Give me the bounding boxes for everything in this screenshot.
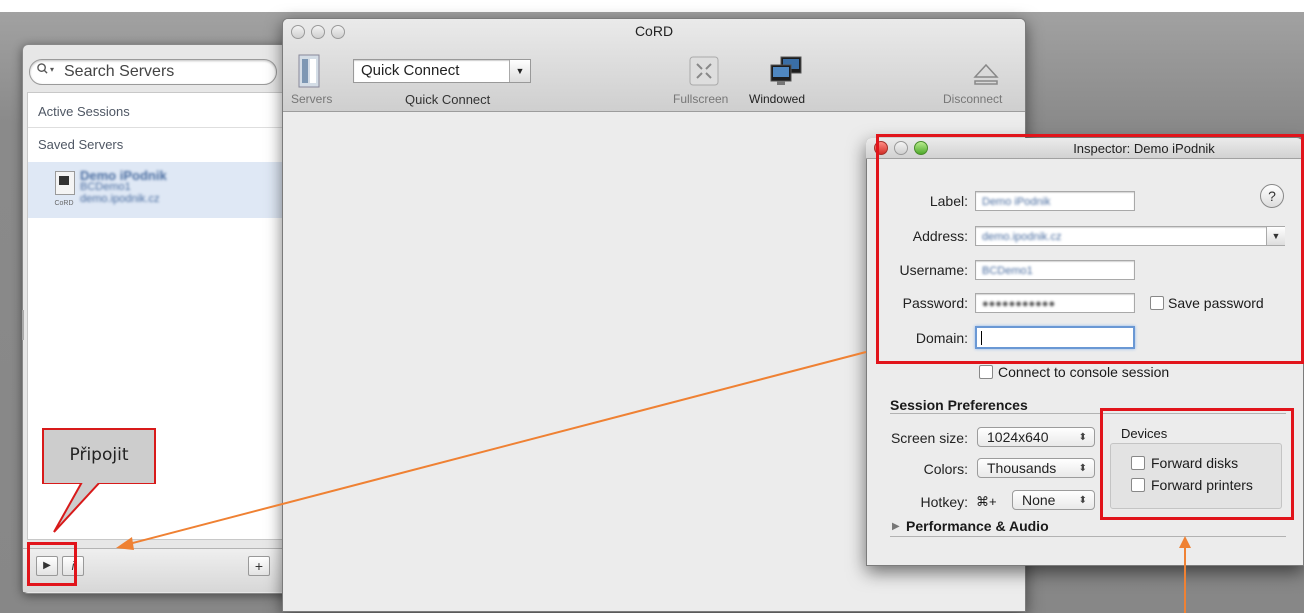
- callout-tail: [53, 481, 103, 533]
- callout-tail-mask: [44, 480, 154, 483]
- orange-arrowhead: [116, 537, 134, 550]
- orange-arrowhead: [1179, 536, 1191, 548]
- orange-arrow-line: [124, 351, 867, 546]
- annotation-arrows: [44, 351, 1191, 613]
